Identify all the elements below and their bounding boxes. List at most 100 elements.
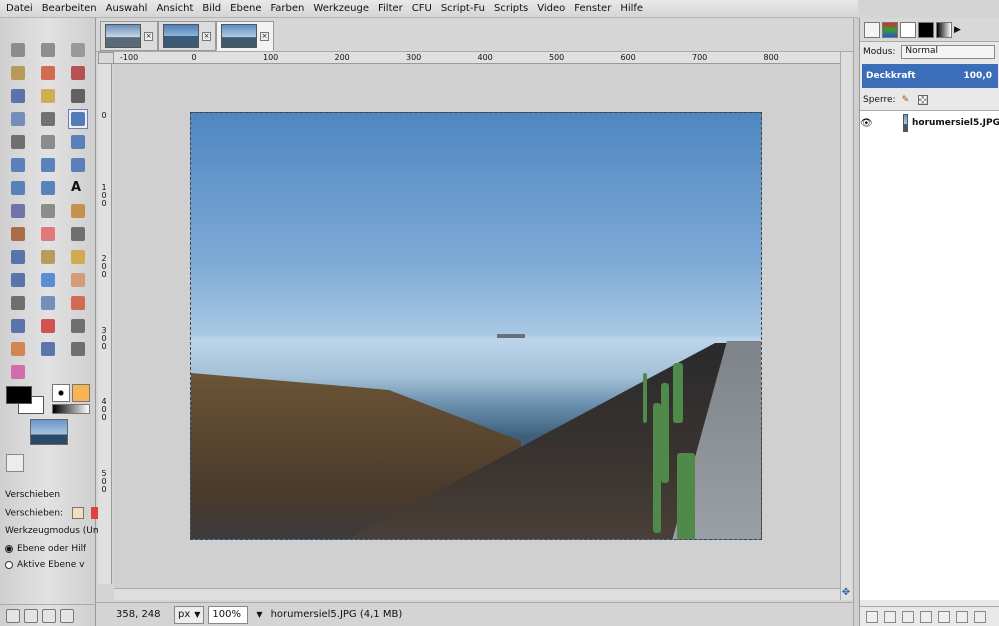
paths-icon[interactable] <box>38 86 58 106</box>
navigate-icon[interactable]: ✥ <box>840 588 852 600</box>
tab-image-2[interactable]: × <box>158 21 216 51</box>
active-image-preview[interactable] <box>30 419 68 445</box>
chevron-right-icon[interactable]: ▶ <box>954 25 961 35</box>
move-icon[interactable] <box>68 109 88 129</box>
lock-alpha-icon[interactable] <box>917 95 928 105</box>
menu-item[interactable]: Hilfe <box>620 3 643 14</box>
new-layer-icon[interactable] <box>866 610 878 623</box>
menu-item[interactable]: Filter <box>378 3 403 14</box>
lock-pixels-icon[interactable]: ✎ <box>902 95 912 105</box>
gradient-preview[interactable] <box>52 404 90 414</box>
restore-options-icon[interactable] <box>24 608 38 623</box>
zoom-input[interactable]: 100% <box>208 605 249 624</box>
delete-options-icon[interactable] <box>42 608 56 623</box>
vertical-scrollbar[interactable] <box>840 52 852 600</box>
ellipse-select-icon[interactable] <box>38 40 58 60</box>
unit-select[interactable]: px ▼ <box>174 605 205 624</box>
menu-item[interactable]: Werkzeuge <box>313 3 369 14</box>
perspective-clone-icon[interactable] <box>8 270 28 290</box>
menu-item[interactable]: Farben <box>270 3 304 14</box>
lower-layer-icon[interactable] <box>920 610 932 623</box>
menu-item[interactable]: CFU <box>412 3 432 14</box>
align-icon[interactable] <box>8 132 28 152</box>
ruler-corner[interactable] <box>98 52 114 64</box>
brush-preview[interactable] <box>52 384 70 402</box>
horizontal-ruler[interactable]: -100 0 100 200 300 400 500 600 700 800 <box>114 52 840 64</box>
radio-unchecked-icon[interactable] <box>5 560 13 569</box>
levels-icon[interactable] <box>38 293 58 313</box>
pattern-preview[interactable] <box>72 384 90 402</box>
menu-item[interactable]: Scripts <box>494 3 528 14</box>
duplicate-layer-icon[interactable] <box>938 610 950 623</box>
anchor-layer-icon[interactable] <box>956 610 968 623</box>
color-picker-icon[interactable] <box>68 86 88 106</box>
rotate-icon[interactable] <box>68 132 88 152</box>
color-tool-icon[interactable] <box>8 339 28 359</box>
raise-layer-icon[interactable] <box>902 610 914 623</box>
close-icon[interactable]: × <box>202 31 211 41</box>
reset-options-icon[interactable] <box>60 608 74 623</box>
horizontal-scrollbar[interactable] <box>114 588 840 600</box>
bucket-fill-icon[interactable] <box>8 201 28 221</box>
shear-icon[interactable] <box>38 155 58 175</box>
paintbrush-icon[interactable] <box>8 224 28 244</box>
heal-icon[interactable] <box>68 247 88 267</box>
crop-icon[interactable] <box>38 132 58 152</box>
tab-image-3[interactable]: × <box>216 21 274 51</box>
image-canvas[interactable] <box>190 112 762 540</box>
brightness-icon[interactable] <box>68 339 88 359</box>
airbrush-icon[interactable] <box>68 224 88 244</box>
menu-item[interactable]: Video <box>537 3 565 14</box>
radio-checked-icon[interactable] <box>5 544 13 553</box>
opacity-slider[interactable]: Deckkraft 100,0 <box>862 64 998 88</box>
menu-item[interactable]: Bearbeiten <box>42 3 97 14</box>
curves-icon[interactable] <box>68 293 88 313</box>
tab-image-1[interactable]: × <box>100 21 158 51</box>
palette-icon[interactable] <box>8 362 28 382</box>
flip-icon[interactable] <box>8 178 28 198</box>
menu-item[interactable]: Script-Fu <box>441 3 485 14</box>
scale-icon[interactable] <box>8 155 28 175</box>
move-layer-icon[interactable] <box>71 507 84 519</box>
delete-layer-icon[interactable] <box>974 610 986 623</box>
blend-icon[interactable] <box>38 201 58 221</box>
clone-icon[interactable] <box>38 247 58 267</box>
layers-tab-icon[interactable] <box>864 21 880 38</box>
perspective-icon[interactable] <box>68 155 88 175</box>
smudge-icon[interactable] <box>68 270 88 290</box>
menu-item[interactable]: Datei <box>6 3 33 14</box>
cage-transform-icon[interactable] <box>38 178 58 198</box>
select-by-color-icon[interactable] <box>38 63 58 83</box>
undo-tab-icon[interactable] <box>918 21 934 38</box>
visibility-eye-icon[interactable]: 👁 <box>860 118 873 129</box>
zoom-dropdown-icon[interactable]: ▼ <box>256 610 262 619</box>
channels-tab-icon[interactable] <box>882 21 898 38</box>
save-options-icon[interactable] <box>6 608 20 623</box>
paths-tab-icon[interactable] <box>900 21 916 38</box>
menu-item[interactable]: Ebene <box>230 3 261 14</box>
hue-saturation-icon[interactable] <box>38 316 58 336</box>
foreground-select-icon[interactable] <box>8 86 28 106</box>
new-layer-group-icon[interactable] <box>884 610 896 623</box>
close-icon[interactable]: × <box>260 31 269 41</box>
menu-item[interactable]: Auswahl <box>106 3 148 14</box>
menu-item[interactable]: Bild <box>202 3 221 14</box>
menu-item[interactable]: Ansicht <box>156 3 193 14</box>
dodge-burn-icon[interactable] <box>8 293 28 313</box>
color-balance-icon[interactable] <box>8 316 28 336</box>
foreground-color[interactable] <box>6 386 32 404</box>
scissors-select-icon[interactable] <box>68 63 88 83</box>
mode-select[interactable]: Normal <box>901 45 996 59</box>
pencil-icon[interactable] <box>68 201 88 221</box>
text-icon[interactable]: A <box>68 178 88 198</box>
close-icon[interactable]: × <box>144 31 153 41</box>
zoom-icon[interactable] <box>8 109 28 129</box>
layer-item[interactable]: 👁 horumersiel5.JPG <box>860 111 999 135</box>
measure-icon[interactable] <box>38 109 58 129</box>
eraser-icon[interactable] <box>38 224 58 244</box>
gradient-tab-icon[interactable] <box>936 21 952 38</box>
histogram-icon[interactable] <box>38 339 58 359</box>
rect-select-icon[interactable] <box>8 40 28 60</box>
fuzzy-select-icon[interactable] <box>8 63 28 83</box>
option-active-layer[interactable]: Aktive Ebene v <box>5 560 85 570</box>
